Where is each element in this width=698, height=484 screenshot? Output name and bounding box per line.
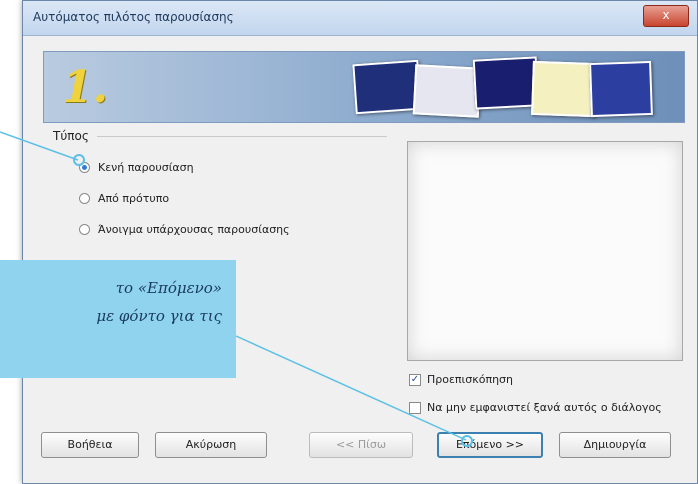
dont-show-checkbox-row[interactable]: Να μην εμφανιστεί ξανά αυτός ο διάλογος [409,401,662,414]
create-button[interactable]: Δημιουργία [559,432,671,458]
callout-text: το «Επόμενο» με φόντο για τις [96,279,222,325]
next-button[interactable]: Επόμενο >> [437,432,543,458]
bar-chart-thumbnail-icon [531,60,597,118]
radio-label: Κενή παρουσίαση [98,161,194,174]
type-group-label: Τύπος [53,129,89,143]
window-title: Αυτόματος πιλότος παρουσίασης [33,10,234,24]
radio-selected-icon[interactable] [79,162,90,173]
radio-label: Άνοιγμα υπάρχουσας παρουσίασης [98,223,290,236]
radio-empty-presentation[interactable]: Κενή παρουσίαση [79,161,194,174]
radio-icon[interactable] [79,224,90,235]
wizard-dialog: Αυτόματος πιλότος παρουσίασης x 1. Τύπος… [22,0,698,484]
radio-label: Από πρότυπο [98,192,170,205]
step-number: 1. [62,62,108,113]
preview-pane [407,141,683,361]
template-thumbnail-icon [589,60,653,118]
checkbox-icon[interactable] [409,401,421,414]
template-thumbnail-icon [472,56,540,110]
checkbox-label: Προεπισκόπηση [427,373,513,386]
wizard-banner: 1. [43,51,685,123]
radio-from-template[interactable]: Από πρότυπο [79,192,169,205]
close-button[interactable]: x [643,5,689,27]
group-divider [97,136,387,137]
chart-thumbnail-icon [412,64,482,118]
back-button[interactable]: << Πίσω [309,432,413,458]
template-thumbnail-icon [352,59,422,115]
cancel-button[interactable]: Ακύρωση [155,432,267,458]
checkbox-label: Να μην εμφανιστεί ξανά αυτός ο διάλογος [427,401,662,414]
checkbox-checked-icon[interactable]: ✓ [409,373,421,386]
preview-checkbox-row[interactable]: ✓ Προεπισκόπηση [409,373,513,386]
radio-icon[interactable] [79,193,90,204]
help-button[interactable]: Βοήθεια [41,432,139,458]
radio-open-existing[interactable]: Άνοιγμα υπάρχουσας παρουσίασης [79,223,290,236]
annotation-callout: το «Επόμενο» με φόντο για τις [0,260,236,378]
title-bar[interactable]: Αυτόματος πιλότος παρουσίασης x [23,1,697,36]
